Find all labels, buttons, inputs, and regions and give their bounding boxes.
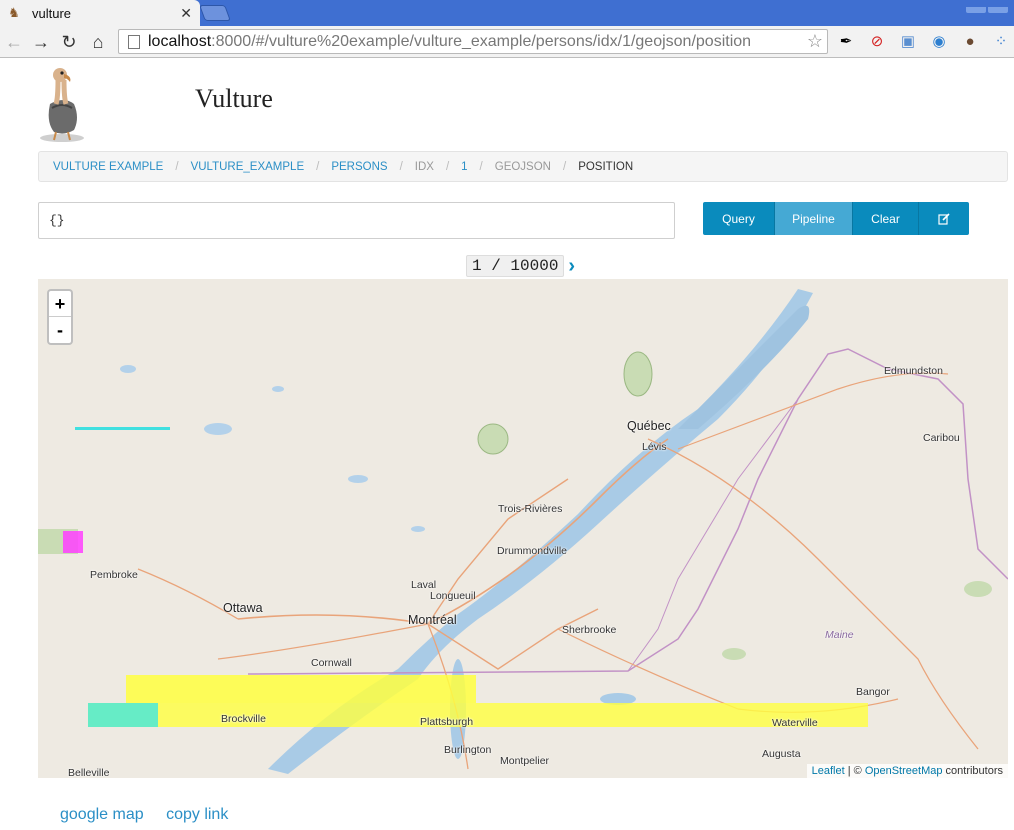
- breadcrumb-item-schema[interactable]: VULTURE_EXAMPLE: [191, 161, 305, 173]
- map-label-montreal: Montréal: [408, 613, 457, 627]
- query-button-group: Query Pipeline Clear: [703, 202, 969, 235]
- extension-globe-icon[interactable]: ◉: [929, 32, 949, 52]
- map-label-sherbrooke: Sherbrooke: [562, 624, 617, 636]
- back-arrow-icon[interactable]: ←: [4, 32, 24, 52]
- extension-pot-icon[interactable]: ●: [960, 32, 980, 52]
- next-page-chevron-icon[interactable]: ›: [568, 256, 575, 276]
- zoom-out-button[interactable]: -: [49, 317, 71, 343]
- url-text[interactable]: localhost:8000/#/vulture%20example/vultu…: [148, 33, 807, 51]
- map-label-ottawa: Ottawa: [223, 601, 263, 615]
- map-label-trois-rivieres: Trois-Rivières: [498, 503, 563, 515]
- home-icon[interactable]: ⌂: [88, 32, 108, 52]
- map-label-longueuil: Longueuil: [430, 590, 476, 602]
- extension-network-icon[interactable]: ⁘: [991, 32, 1011, 52]
- map-label-burlington: Burlington: [444, 744, 492, 756]
- map-label-pembroke: Pembroke: [90, 569, 138, 581]
- map-label-montpelier: Montpelier: [500, 755, 550, 767]
- app-title: Vulture: [195, 84, 273, 113]
- edit-icon: [938, 212, 950, 225]
- edit-button[interactable]: [919, 202, 969, 235]
- window-controls[interactable]: [964, 0, 1010, 13]
- vulture-logo-icon: [40, 68, 84, 142]
- map-attribution: Leaflet | © OpenStreetMap contributors: [806, 764, 1008, 778]
- map-label-plattsburgh: Plattsburgh: [420, 716, 474, 728]
- new-tab-button[interactable]: [199, 5, 231, 21]
- query-button[interactable]: Query: [703, 202, 775, 235]
- page-icon: [128, 34, 140, 49]
- openstreetmap-link[interactable]: OpenStreetMap: [865, 765, 943, 777]
- reload-icon[interactable]: ↻: [59, 32, 79, 52]
- map-label-bangor: Bangor: [856, 686, 890, 698]
- map-label-caribou: Caribou: [923, 432, 960, 444]
- extension-cube-icon[interactable]: ▣: [898, 32, 918, 52]
- map-label-maine: Maine: [825, 629, 854, 641]
- zoom-control: + -: [47, 289, 73, 345]
- browser-tabstrip: ♞ vulture ✕: [0, 0, 1014, 26]
- map-view[interactable]: + - Québec Lévis Edmundston Caribou Troi…: [38, 279, 1008, 778]
- bookmark-star-icon[interactable]: ☆: [807, 31, 823, 52]
- map-label-edmundston: Edmundston: [884, 365, 943, 377]
- query-input[interactable]: [38, 202, 675, 239]
- breadcrumb-item-database[interactable]: VULTURE EXAMPLE: [53, 161, 163, 173]
- map-label-levis: Lévis: [642, 441, 667, 453]
- breadcrumb-item-collection[interactable]: PERSONS: [331, 161, 387, 173]
- footer-links: google map copy link: [60, 806, 246, 824]
- copy-link-link[interactable]: copy link: [166, 806, 228, 823]
- pager: 1 / 10000 ›: [466, 255, 575, 277]
- clear-button[interactable]: Clear: [853, 202, 919, 235]
- tab-close-icon[interactable]: ✕: [180, 5, 192, 22]
- extension-stop-icon[interactable]: ⊘: [867, 32, 887, 52]
- breadcrumb-item-format: GEOJSON: [494, 160, 551, 173]
- breadcrumb-item-field: POSITION: [578, 160, 634, 173]
- map-label-waterville: Waterville: [772, 717, 818, 729]
- pipeline-button[interactable]: Pipeline: [775, 202, 853, 235]
- google-map-link[interactable]: google map: [60, 806, 144, 823]
- breadcrumb-item-id[interactable]: 1: [461, 161, 467, 173]
- map-label-brockville: Brockville: [221, 713, 266, 725]
- forward-arrow-icon[interactable]: →: [31, 32, 51, 52]
- map-label-augusta: Augusta: [762, 748, 801, 760]
- tab-title: vulture: [32, 5, 72, 21]
- map-label-quebec: Québec: [627, 419, 671, 433]
- vulture-favicon-icon: ♞: [8, 5, 20, 20]
- address-bar[interactable]: localhost:8000/#/vulture%20example/vultu…: [118, 29, 828, 54]
- browser-toolbar: ← → ↻ ⌂ localhost:8000/#/vulture%20examp…: [0, 26, 1014, 58]
- browser-tab[interactable]: ♞ vulture ✕: [0, 0, 200, 26]
- map-tiles: [38, 289, 1008, 774]
- map-label-drummondville: Drummondville: [497, 545, 568, 557]
- map-label-cornwall: Cornwall: [311, 657, 352, 669]
- zoom-in-button[interactable]: +: [49, 291, 71, 317]
- page-counter: 1 / 10000: [466, 255, 565, 277]
- breadcrumb: VULTURE EXAMPLE / VULTURE_EXAMPLE / PERSON…: [38, 151, 1008, 182]
- extension-pen-icon[interactable]: ✒: [836, 32, 856, 52]
- leaflet-link[interactable]: Leaflet: [812, 765, 845, 777]
- map-label-belleville: Belleville: [68, 767, 110, 778]
- breadcrumb-item-idx: IDX: [414, 160, 434, 173]
